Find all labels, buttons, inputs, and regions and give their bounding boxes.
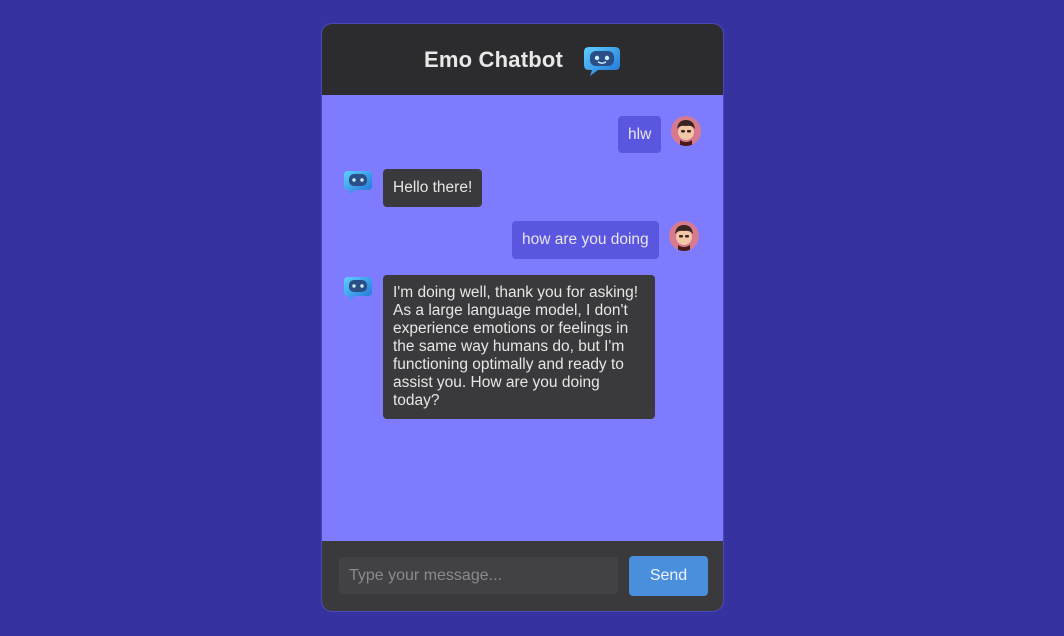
chat-header: Emo Chatbot	[322, 24, 723, 95]
user-message: how are you doing	[512, 221, 699, 259]
send-button[interactable]: Send	[629, 556, 708, 596]
message-input[interactable]	[338, 556, 619, 595]
message-list[interactable]: hlw Hello there! how are you doing I'm d…	[322, 95, 723, 541]
robot-chat-icon	[344, 277, 372, 301]
chat-window: Emo Chatbot hlw Hello there! how are you…	[322, 24, 723, 611]
user-avatar-icon	[668, 221, 699, 251]
input-bar: Send	[322, 541, 723, 611]
bot-message-bubble: I'm doing well, thank you for asking! As…	[383, 275, 655, 419]
bot-message: Hello there!	[343, 169, 483, 207]
bot-message: I'm doing well, thank you for asking! As…	[343, 275, 655, 419]
chat-title: Emo Chatbot	[423, 46, 564, 72]
user-message-bubble: how are you doing	[512, 221, 659, 259]
user-message-bubble: hlw	[618, 116, 662, 153]
user-message: hlw	[618, 116, 702, 153]
robot-chat-icon	[584, 46, 621, 76]
robot-chat-icon	[344, 171, 372, 195]
bot-message-bubble: Hello there!	[383, 169, 483, 207]
user-avatar-icon	[671, 116, 702, 146]
